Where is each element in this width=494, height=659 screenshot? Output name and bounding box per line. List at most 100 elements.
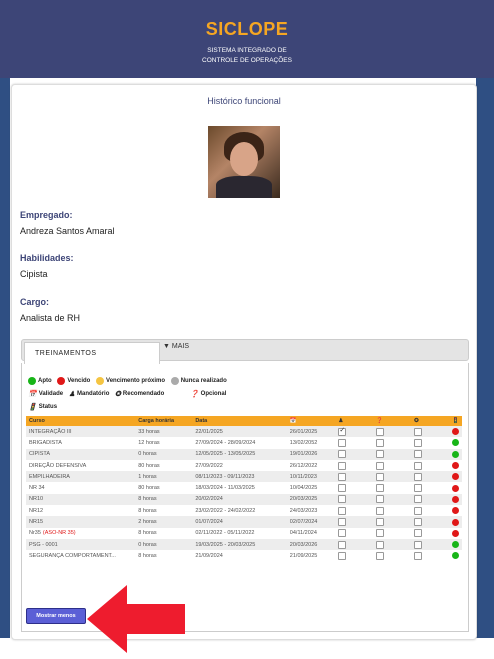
course-name: CIPISTA xyxy=(29,451,50,458)
recomendado-checkbox[interactable] xyxy=(414,438,423,447)
status-icon: 🚦 xyxy=(452,418,459,424)
recomendado-checkbox[interactable] xyxy=(414,506,423,515)
mandatorio-checkbox[interactable] xyxy=(338,461,347,470)
course-name: NR10 xyxy=(29,496,44,503)
tab-mais[interactable]: ▼ MAIS xyxy=(163,343,189,350)
cell-status xyxy=(449,538,462,551)
table-row: EMPILHADEIRA 1 horas 08/11/2023 - 09/11/20… xyxy=(26,471,462,483)
mandatorio-checkbox[interactable] xyxy=(338,518,347,527)
red-status-dot-icon xyxy=(452,529,459,537)
green-status-dot-icon xyxy=(452,450,459,458)
header-validade: 📅 xyxy=(286,416,336,426)
legend-validade: 📅 Validade xyxy=(28,391,64,398)
tab-treinamentos[interactable]: TREINAMENTOS xyxy=(24,342,160,364)
legend-row-1: Apto Vencido Vencimento próximo Nunca re… xyxy=(28,377,231,387)
opcional-checkbox[interactable] xyxy=(376,495,385,504)
cell-curso: CIPISTA xyxy=(26,448,136,460)
opcional-checkbox[interactable] xyxy=(376,450,385,459)
question-icon: ❓ xyxy=(376,418,384,424)
green-status-dot-icon xyxy=(452,439,459,447)
mandatorio-checkbox[interactable] xyxy=(338,472,347,481)
opcional-checkbox[interactable] xyxy=(376,518,385,527)
recomendado-checkbox[interactable] xyxy=(414,518,423,527)
recomendado-checkbox[interactable] xyxy=(414,529,423,538)
table-body: INTEGRAÇÃO III 33 horas 22/01/2025 26/01/20… xyxy=(26,426,462,562)
cell-curso: NR15 xyxy=(26,516,136,528)
employee-name: Andreza Santos Amaral xyxy=(20,226,115,236)
recomendado-checkbox[interactable] xyxy=(414,551,423,560)
cell-curso: EMPILHADEIRA xyxy=(26,471,136,483)
mandatorio-checkbox[interactable] xyxy=(338,551,347,560)
mandatorio-checkbox[interactable] xyxy=(338,529,347,538)
legend-status: 🚦 Status xyxy=(28,404,58,411)
arrow-shape xyxy=(87,585,185,653)
cell-validade: 02/07/2024 xyxy=(286,516,336,528)
cell-status xyxy=(449,505,462,517)
recomendado-checkbox[interactable] xyxy=(414,540,423,549)
recomendado-checkbox[interactable] xyxy=(414,484,423,493)
cell-mandatorio-checkbox xyxy=(335,516,374,528)
opcional-checkbox[interactable] xyxy=(376,506,385,515)
cell-data: 01/07/2024 xyxy=(192,516,287,528)
course-extra-note: (ASO-NR 35) xyxy=(42,530,76,537)
legend-recomendado: ✪ Recomendado xyxy=(115,391,165,398)
mandatorio-checkbox[interactable] xyxy=(338,540,347,549)
opcional-checkbox[interactable] xyxy=(376,427,385,436)
opcional-checkbox[interactable] xyxy=(376,484,385,493)
green-status-dot-icon xyxy=(452,552,459,560)
cell-mandatorio-checkbox xyxy=(335,505,374,517)
mandatorio-checkbox[interactable] xyxy=(338,450,347,459)
mandatorio-checkbox[interactable] xyxy=(338,484,347,493)
cell-curso: BRIGADISTA xyxy=(26,437,136,449)
cell-recomendado-checkbox xyxy=(411,516,449,528)
opcional-checkbox[interactable] xyxy=(376,461,385,470)
cell-carga: 8 horas xyxy=(135,527,193,539)
cell-recomendado-checkbox xyxy=(411,482,449,494)
legend-row-2: 📅 Validade ♟ Mandatório ✪ Recomendado ❓ Opci… xyxy=(28,390,230,398)
cell-data: 27/09/2024 - 28/09/2024 xyxy=(192,437,287,449)
recomendado-checkbox[interactable] xyxy=(414,495,423,504)
cell-curso: Nr35 (ASO-NR 35) xyxy=(26,527,136,539)
recomendado-checkbox[interactable] xyxy=(414,450,423,459)
opcional-checkbox[interactable] xyxy=(376,529,385,538)
legend-opcional: ❓ Opcional xyxy=(189,391,227,398)
mandatorio-checkbox[interactable] xyxy=(338,495,347,504)
mandatorio-checkbox[interactable] xyxy=(338,426,347,436)
red-status-dot-icon xyxy=(452,462,459,470)
cell-status xyxy=(449,437,462,449)
course-name: Nr35 xyxy=(29,530,41,537)
cell-data: 02/11/2022 - 05/11/2022 xyxy=(192,527,287,539)
table-row: NR 34 80 horas 18/03/2024 - 11/03/2025 10/0… xyxy=(26,482,462,494)
recomendado-checkbox[interactable] xyxy=(414,461,423,470)
red-status-dot-icon xyxy=(452,473,459,481)
header-data: Data xyxy=(192,416,287,426)
employee-photo xyxy=(208,126,280,198)
recomendado-checkbox[interactable] xyxy=(414,472,423,481)
cell-validade: 13/02/2052 xyxy=(286,437,336,449)
cell-opcional-checkbox xyxy=(373,426,412,438)
cell-curso: INTEGRAÇÃO III xyxy=(26,426,136,438)
opcional-checkbox[interactable] xyxy=(376,551,385,560)
show-less-button[interactable]: Mostrar menos xyxy=(26,608,86,624)
cell-curso: NR12 xyxy=(26,505,136,517)
course-name: DIREÇÃO DEFENSIVA xyxy=(29,462,87,469)
mandatorio-checkbox[interactable] xyxy=(338,438,347,447)
recomendado-checkbox[interactable] xyxy=(414,427,423,436)
cell-opcional-checkbox xyxy=(373,437,412,449)
cell-carga: 8 horas xyxy=(135,505,193,517)
cell-opcional-checkbox xyxy=(373,516,412,528)
app-header: SICLOPE SISTEMA INTEGRADO DE CONTROLE DE… xyxy=(0,0,494,78)
photo-shirt xyxy=(216,176,272,198)
cell-data: 23/02/2022 - 24/02/2022 xyxy=(192,505,287,517)
cell-validade: 24/03/2023 xyxy=(286,505,336,517)
photo-face xyxy=(230,142,258,176)
mandatorio-checkbox[interactable] xyxy=(338,506,347,515)
cell-carga: 80 horas xyxy=(135,482,193,494)
opcional-checkbox[interactable] xyxy=(376,472,385,481)
opcional-checkbox[interactable] xyxy=(376,540,385,549)
opcional-checkbox[interactable] xyxy=(376,438,385,447)
cell-status xyxy=(449,471,462,483)
cell-mandatorio-checkbox xyxy=(335,437,374,449)
cell-validade: 26/12/2022 xyxy=(286,459,336,472)
cell-status xyxy=(449,527,462,539)
